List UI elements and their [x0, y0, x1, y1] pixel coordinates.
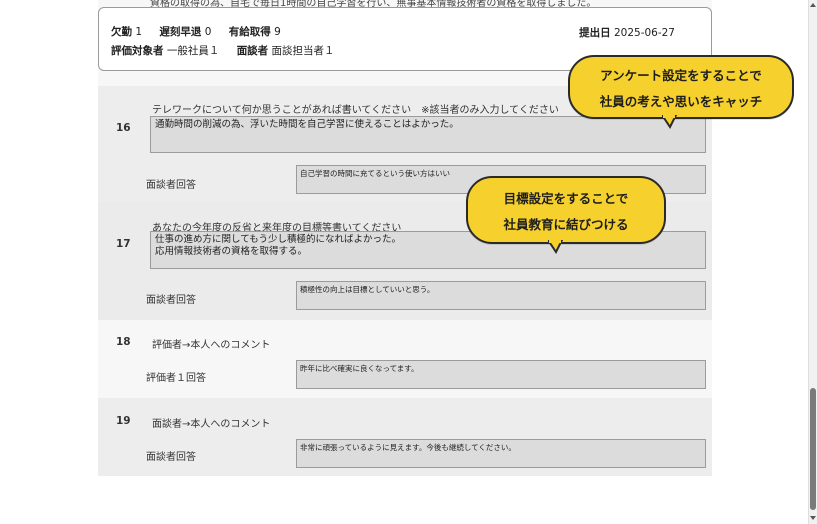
question-number: 16 — [116, 122, 131, 134]
question-number: 19 — [116, 415, 131, 427]
callout-tail — [548, 240, 564, 254]
scroll-up-icon[interactable] — [810, 3, 816, 7]
attendance-row: 欠勤 1 遅刻早退 0 有給取得 9 — [111, 24, 281, 39]
question-18-section: 18 評価者→本人へのコメント 評価者１回答 昨年に比べ確実に良くなってます。 — [98, 320, 712, 398]
question-19-section: 19 面談者→本人へのコメント 面談者回答 非常に頑張っているように見えます。今… — [98, 398, 712, 476]
reply-label: 面談者回答 — [146, 295, 196, 306]
submit-date: 提出日 2025-06-27 — [579, 25, 675, 40]
vertical-scrollbar[interactable] — [808, 0, 817, 524]
survey-callout: アンケート設定をすることで 社員の考えや思いをキャッチ — [568, 55, 794, 129]
target-label: 評価対象者 — [111, 45, 164, 57]
answer-field[interactable]: 通勤時間の削減の為、浮いた時間を自己学習に使えることはよかった。 — [150, 116, 706, 153]
interviewer-label: 面談者 — [236, 45, 269, 57]
reply-field[interactable]: 積極性の向上は目標としていいと思う。 — [296, 281, 706, 310]
question-number: 17 — [116, 238, 131, 250]
reply-label: 面談者回答 — [146, 180, 196, 191]
scroll-thumb[interactable] — [810, 388, 816, 510]
reply-field[interactable]: 昨年に比べ確実に良くなってます。 — [296, 360, 706, 389]
goal-callout: 目標設定をすることで 社員教育に結びつける — [466, 176, 666, 254]
survey-callout-line1: アンケート設定をすることで — [600, 68, 762, 83]
callout-tail — [662, 115, 678, 129]
paid-leave-label: 有給取得 — [228, 26, 271, 38]
scroll-down-icon[interactable] — [810, 516, 816, 520]
paid-leave-value: 9 — [274, 26, 281, 38]
goal-callout-line2: 社員教育に結びつける — [503, 217, 629, 232]
person-row: 評価対象者 一般社員１ 面談者 面談担当者１ — [111, 43, 335, 58]
submit-label: 提出日 — [579, 27, 611, 39]
survey-callout-line2: 社員の考えや思いをキャッチ — [599, 94, 763, 109]
target-value: 一般社員１ — [166, 45, 220, 57]
question-text: 面談者→本人へのコメント — [152, 419, 271, 430]
submit-date-value: 2025-06-27 — [613, 27, 675, 39]
goal-callout-line1: 目標設定をすることで — [503, 191, 629, 206]
late-label: 遅刻早退 — [159, 26, 202, 38]
reply-field[interactable]: 非常に頑張っているように見えます。今後も継続してください。 — [296, 439, 706, 468]
question-text: 評価者→本人へのコメント — [152, 340, 271, 351]
reply-label: 面談者回答 — [146, 452, 196, 463]
late-value: 0 — [204, 26, 212, 38]
interviewer-value: 面談担当者１ — [271, 45, 335, 57]
absence-label: 欠勤 — [111, 26, 132, 38]
reply-label: 評価者１回答 — [146, 373, 206, 384]
absence-value: 1 — [135, 26, 143, 38]
question-text: テレワークについて何か思うことがあれば書いてください ※該当者のみ入力してくださ… — [152, 105, 559, 116]
question-number: 18 — [116, 336, 131, 348]
